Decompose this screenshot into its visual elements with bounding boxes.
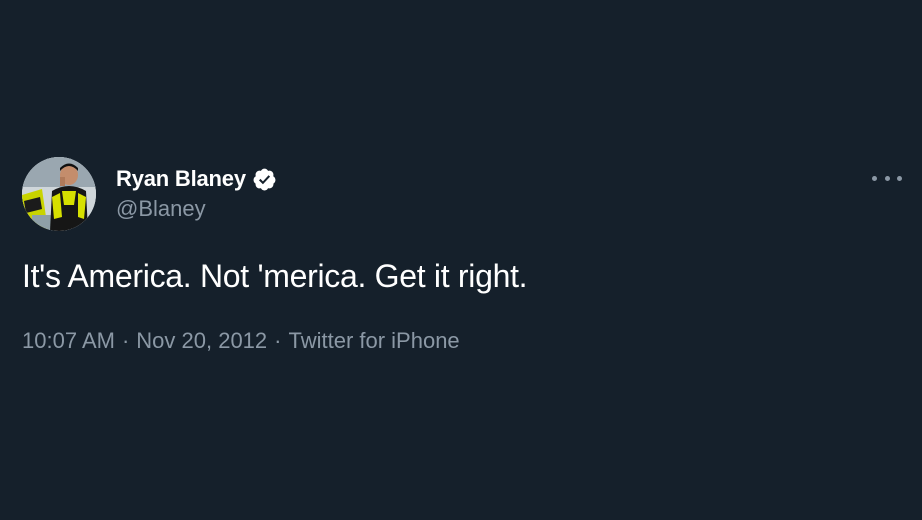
tweet-text: It's America. Not 'merica. Get it right.	[22, 258, 528, 294]
meta-separator: ·	[121, 328, 130, 353]
tweet-metadata: 10:07 AM · Nov 20, 2012 · Twitter for iPhone	[22, 328, 460, 354]
author-name-row[interactable]: Ryan Blaney	[116, 164, 277, 194]
dot-icon	[897, 175, 902, 181]
tweet-card: Ryan Blaney @Blaney It's America. Not 'm…	[0, 0, 922, 520]
tweet-source[interactable]: Twitter for iPhone	[288, 328, 459, 353]
avatar[interactable]	[22, 157, 96, 231]
avatar-photo	[22, 157, 96, 231]
dot-icon	[872, 175, 877, 181]
tweet-time[interactable]: 10:07 AM	[22, 328, 115, 353]
meta-separator: ·	[274, 328, 282, 353]
tweet-date[interactable]: Nov 20, 2012	[136, 328, 267, 353]
dot-icon	[884, 175, 890, 181]
author-handle[interactable]: @Blaney	[116, 196, 206, 222]
more-options-icon[interactable]	[872, 168, 902, 188]
author-display-name[interactable]: Ryan Blaney	[116, 166, 246, 192]
verified-badge-icon	[252, 167, 277, 192]
